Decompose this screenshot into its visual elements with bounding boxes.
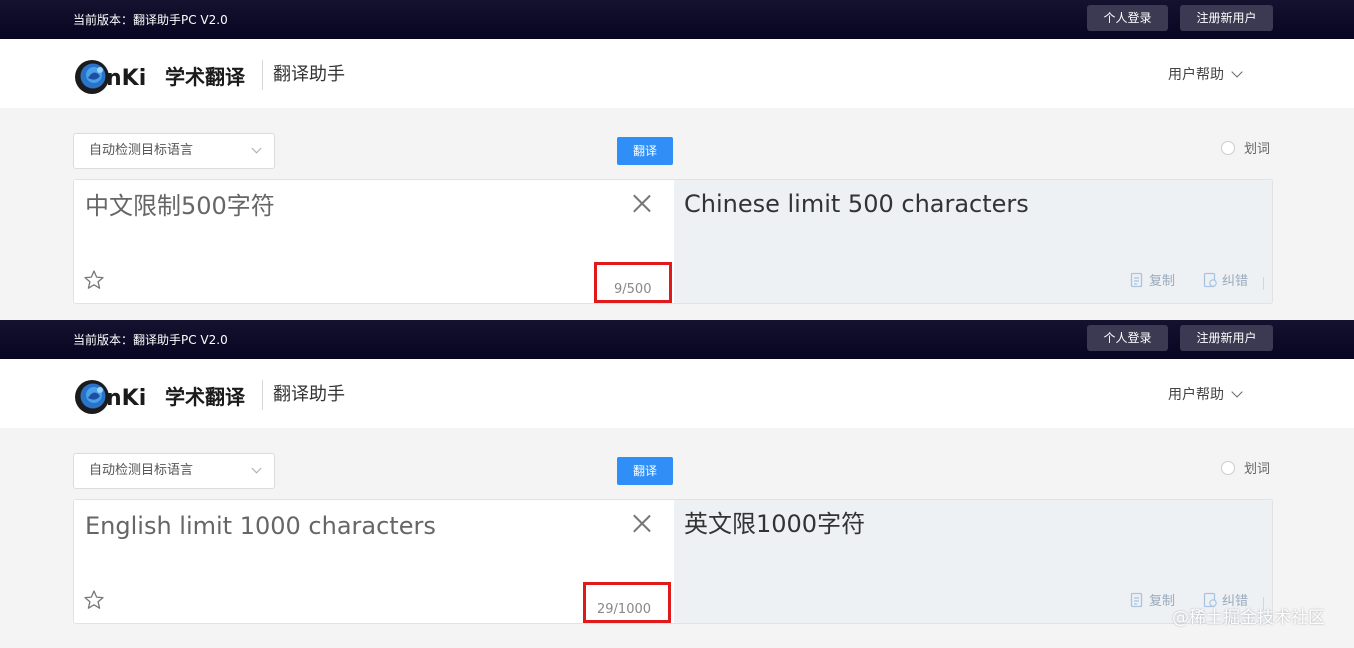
svg-text:nKi: nKi [106, 66, 146, 91]
correct-button[interactable]: 纠错 [1203, 272, 1249, 291]
chevron-down-icon [1231, 386, 1243, 398]
login-button[interactable]: 个人登录 [1087, 325, 1168, 351]
header: nKi 学术翻译 翻译助手 用户帮助 [0, 39, 1354, 108]
target-pane: 英文限1000字符 复制 纠错 [674, 500, 1272, 623]
copy-icon [1130, 592, 1143, 607]
header: nKi 学术翻译 翻译助手 用户帮助 [0, 359, 1354, 428]
copy-label: 复制 [1149, 274, 1176, 289]
app-name: 翻译助手 [273, 384, 345, 405]
source-pane[interactable]: English limit 1000 characters 29/1000 [74, 500, 674, 623]
language-select-value: 自动检测目标语言 [89, 463, 194, 478]
copy-button[interactable]: 复制 [1130, 272, 1176, 291]
close-icon[interactable] [632, 513, 652, 533]
language-select[interactable]: 自动检测目标语言 [73, 133, 275, 169]
highlight-box [583, 582, 671, 623]
logo-divider [262, 380, 263, 410]
translated-text: Chinese limit 500 characters [684, 190, 1029, 218]
correct-icon [1203, 272, 1217, 287]
translate-button[interactable]: 翻译 [617, 457, 673, 485]
version-text: 当前版本：翻译助手PC V2.0 [73, 333, 228, 347]
watermark: @稀土掘金技术社区 [1172, 608, 1325, 628]
target-pane: Chinese limit 500 characters 复制 纠错 [674, 180, 1272, 303]
copy-button[interactable]: 复制 [1130, 592, 1175, 611]
version-text: 当前版本：翻译助手PC V2.0 [73, 13, 228, 27]
login-button[interactable]: 个人登录 [1087, 5, 1168, 31]
register-button[interactable]: 注册新用户 [1180, 325, 1273, 351]
star-icon[interactable] [83, 269, 105, 291]
top-bar: 当前版本：翻译助手PC V2.0 个人登录 注册新用户 [0, 320, 1354, 359]
register-button[interactable]: 注册新用户 [1180, 5, 1273, 31]
svg-text:nKi: nKi [106, 386, 146, 411]
close-icon[interactable] [632, 193, 652, 213]
cnki-globe-icon [75, 60, 109, 94]
radio-icon[interactable] [1221, 460, 1235, 475]
correct-label: 纠错 [1222, 274, 1249, 289]
translation-box: 中文限制500字符 9/500 Chinese limit 500 charac… [73, 179, 1273, 304]
source-text-input[interactable]: 中文限制500字符 [85, 191, 275, 221]
chevron-down-icon [1231, 66, 1243, 78]
chevron-down-icon [251, 143, 262, 154]
word-select-label: 划词 [1244, 462, 1271, 477]
action-divider [1263, 277, 1264, 290]
language-select-value: 自动检测目标语言 [89, 143, 194, 158]
screenshot-panel-bottom: 当前版本：翻译助手PC V2.0 个人登录 注册新用户 nKi 学术翻译 翻译助… [0, 320, 1354, 640]
word-select-toggle[interactable]: 划词 [1221, 140, 1271, 159]
translation-box: English limit 1000 characters 29/1000 英文… [73, 499, 1273, 624]
logo-text: 学术翻译 [165, 65, 246, 89]
app-name: 翻译助手 [273, 64, 345, 85]
user-help-label: 用户帮助 [1168, 387, 1224, 403]
source-pane[interactable]: 中文限制500字符 9/500 [74, 180, 674, 303]
user-help-menu[interactable]: 用户帮助 [1168, 66, 1243, 84]
word-select-label: 划词 [1244, 142, 1271, 157]
radio-icon[interactable] [1221, 140, 1235, 155]
cnki-globe-icon [75, 380, 109, 414]
source-text-input[interactable]: English limit 1000 characters [85, 511, 436, 541]
chevron-down-icon [251, 463, 262, 474]
copy-icon [1130, 272, 1143, 287]
correct-icon [1203, 592, 1217, 607]
star-icon[interactable] [83, 589, 105, 611]
highlight-box [594, 262, 672, 303]
translate-button[interactable]: 翻译 [617, 137, 673, 165]
cnki-logo[interactable]: nKi 学术翻译 [73, 56, 253, 96]
top-bar: 当前版本：翻译助手PC V2.0 个人登录 注册新用户 [0, 0, 1354, 39]
language-select[interactable]: 自动检测目标语言 [73, 453, 275, 489]
logo-text: 学术翻译 [165, 385, 246, 409]
screenshot-panel-top: 当前版本：翻译助手PC V2.0 个人登录 注册新用户 nKi 学术翻译 翻译助… [0, 0, 1354, 320]
user-help-menu[interactable]: 用户帮助 [1168, 386, 1243, 404]
word-select-toggle[interactable]: 划词 [1221, 460, 1271, 479]
cnki-logo[interactable]: nKi 学术翻译 [73, 376, 253, 416]
translated-text: 英文限1000字符 [684, 510, 866, 538]
logo-divider [262, 60, 263, 90]
user-help-label: 用户帮助 [1168, 67, 1224, 83]
